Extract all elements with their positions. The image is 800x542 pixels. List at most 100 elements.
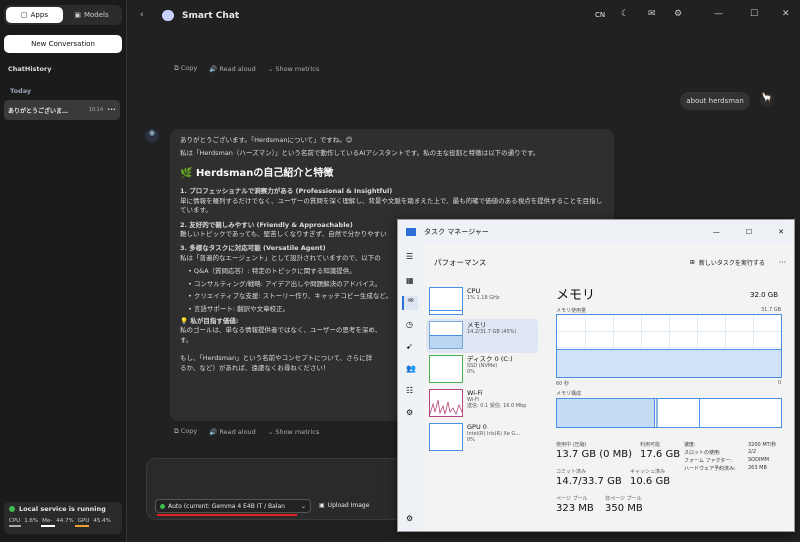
- committed-value: 14.7/33.7 GB: [556, 476, 622, 487]
- run-task-icon: ⊞: [689, 258, 695, 266]
- show-metrics-button[interactable]: ⌄ Show metrics: [268, 65, 319, 73]
- language-button[interactable]: CN: [595, 11, 605, 19]
- axis-right-label: 0: [778, 380, 782, 386]
- menu-icon[interactable]: ☰: [406, 252, 413, 261]
- show-metrics-button[interactable]: ⌄ Show metrics: [268, 428, 319, 436]
- in-use-value: 13.7 GB (0 MB): [556, 449, 633, 460]
- perf-item-gpu[interactable]: GPU 0 Intel(R) Iris(R) Xe G… 0%: [426, 421, 538, 455]
- speed-label: 速度:: [684, 442, 696, 448]
- assistant-line: ありがとうございます。「Herdsmanについて」ですね。😊: [180, 136, 353, 144]
- back-chevron-icon[interactable]: ‹: [140, 10, 144, 20]
- composition-modified: [656, 399, 658, 427]
- perf-item-sub: 0%: [467, 437, 475, 444]
- close-icon[interactable]: ✕: [778, 228, 784, 236]
- perf-item-disk[interactable]: ディスク 0 (C:) SSD (NVMe) 0%: [426, 353, 538, 387]
- mem-value: 44.7%: [56, 518, 74, 524]
- nonpaged-pool-label: 非ページ プール: [605, 496, 642, 502]
- tab-models[interactable]: ▣ Models: [63, 7, 120, 23]
- read-aloud-button[interactable]: 🔊 Read aloud: [209, 428, 256, 436]
- status-text: Local service is running: [19, 505, 106, 513]
- form-factor-value: SODIMM: [748, 457, 770, 463]
- available-label: 利用可能: [640, 442, 661, 448]
- close-icon[interactable]: ✕: [782, 9, 790, 19]
- paged-pool-value: 323 MB: [556, 503, 594, 514]
- perf-item-memory[interactable]: メモリ 14.2/31.7 GB (45%): [426, 319, 538, 353]
- gpu-label: GPU: [77, 518, 90, 524]
- memory-title: メモリ: [556, 288, 596, 303]
- new-conversation-button[interactable]: New Conversation: [4, 35, 122, 53]
- axis-left-label: 60 秒: [556, 381, 569, 387]
- details-icon[interactable]: ☷: [406, 386, 413, 395]
- more-icon[interactable]: •••: [107, 107, 116, 113]
- performance-title: パフォーマンス: [434, 257, 487, 267]
- read-aloud-button[interactable]: 🔊 Read aloud: [209, 65, 256, 73]
- model-underline: [157, 514, 297, 516]
- gpu-bar: [75, 525, 89, 527]
- mem-bar: [41, 525, 55, 527]
- user-avatar: 🦙: [760, 93, 774, 107]
- run-new-task-button[interactable]: ⊞ 新しいタスクを実行する: [690, 258, 765, 267]
- history-icon[interactable]: ◷: [406, 320, 413, 329]
- reserved-value: 263 MB: [748, 465, 767, 471]
- perf-item-name: CPU: [467, 287, 481, 295]
- gpu-thumbnail: [429, 423, 463, 451]
- memory-usage-graph: [556, 314, 782, 378]
- startup-icon[interactable]: ➹: [406, 342, 413, 351]
- settings-gear-icon[interactable]: ⚙: [406, 514, 413, 523]
- maximize-icon[interactable]: ☐: [750, 9, 758, 19]
- memory-composition-bar: [556, 398, 782, 428]
- model-selector[interactable]: Auto (current: Gemma 4 E4B IT / Balan ⌄: [155, 499, 311, 513]
- task-manager-title: タスク マネージャー: [424, 228, 489, 236]
- app-title: Smart Chat: [182, 11, 240, 21]
- image-icon: ▣: [319, 502, 325, 509]
- cpu-thumbnail: [429, 287, 463, 315]
- disk-thumbnail: [429, 355, 463, 383]
- upload-image-button[interactable]: ▣ Upload Image: [319, 502, 369, 509]
- more-options-icon[interactable]: ···: [779, 258, 786, 267]
- today-heading: Today: [10, 87, 32, 95]
- chat-icon: ▢: [21, 11, 28, 19]
- cpu-label: CPU: [9, 518, 21, 524]
- model-selector-value: Auto (current: Gemma 4 E4B IT / Balan: [168, 502, 285, 510]
- maximize-icon[interactable]: ☐: [746, 228, 752, 236]
- in-use-label: 使用中 (圧縮): [556, 442, 587, 448]
- memory-total: 32.0 GB: [750, 291, 779, 299]
- moon-icon[interactable]: ☾: [621, 9, 629, 19]
- tab-apps[interactable]: ▢ Apps: [6, 7, 63, 23]
- perf-item-name: GPU 0: [467, 423, 487, 431]
- task-manager-nav: ☰ ▦ ♒ ◷ ➹ 👥 ☷ ⚙ ⚙: [398, 244, 422, 531]
- cached-value: 10.6 GB: [630, 476, 671, 487]
- form-factor-label: フォーム ファクター:: [684, 458, 732, 464]
- cached-label: キャッシュ済み: [630, 469, 666, 475]
- perf-item-sub: 1% 1.18 GHz: [467, 295, 500, 302]
- available-value: 17.6 GB: [640, 449, 681, 460]
- services-icon[interactable]: ⚙: [406, 408, 413, 417]
- minimize-icon[interactable]: —: [713, 228, 720, 236]
- copy-button[interactable]: ⧉ Copy: [174, 64, 197, 73]
- gear-icon[interactable]: ⚙: [674, 9, 682, 19]
- sidebar-tabs: ▢ Apps ▣ Models: [4, 5, 122, 25]
- minimize-icon[interactable]: —: [714, 9, 723, 19]
- assistant-heading: 🌿 Herdsmanの自己紹介と特徴: [180, 167, 334, 179]
- point-body: 単に情報を羅列するだけでなく、ユーザーの質問を深く理解し、背景や文脈を踏まえた上…: [180, 196, 603, 215]
- perf-item-cpu[interactable]: CPU 1% 1.18 GHz: [426, 285, 538, 319]
- user-message: about herdsman: [680, 92, 750, 110]
- performance-icon[interactable]: ♒: [402, 296, 418, 310]
- slots-value: 2/2: [748, 449, 757, 455]
- composer[interactable]: Auto (current: Gemma 4 E4B IT / Balan ⌄ …: [146, 458, 406, 520]
- perf-item-sub: 14.2/31.7 GB (45%): [467, 329, 517, 336]
- users-icon[interactable]: 👥: [406, 364, 416, 373]
- memory-thumbnail: [429, 321, 463, 349]
- perf-item-wifi[interactable]: Wi-Fi Wi-Fi 送信: 0.1 受信: 16.0 Mbp: [426, 387, 538, 421]
- nonpaged-pool-value: 350 MB: [605, 503, 643, 514]
- processes-icon[interactable]: ▦: [406, 276, 414, 285]
- composition-standby: [659, 399, 700, 427]
- performance-list: CPU 1% 1.18 GHz メモリ 14.2/31.7 GB (45%) ディス…: [426, 279, 538, 529]
- perf-item-sub: 送信: 0.1 受信: 16.0 Mbp: [467, 403, 527, 410]
- copy-button[interactable]: ⧉ Copy: [174, 427, 197, 436]
- mail-icon[interactable]: ✉: [648, 9, 656, 19]
- top-bar: ‹ Smart Chat CN ☾ ✉ ⚙ — ☐ ✕: [128, 0, 800, 32]
- reserved-label: ハードウェア予約済み:: [684, 466, 736, 472]
- wifi-sparkline: [430, 399, 462, 416]
- history-item[interactable]: ありがとうございま… 10:14 •••: [4, 100, 120, 120]
